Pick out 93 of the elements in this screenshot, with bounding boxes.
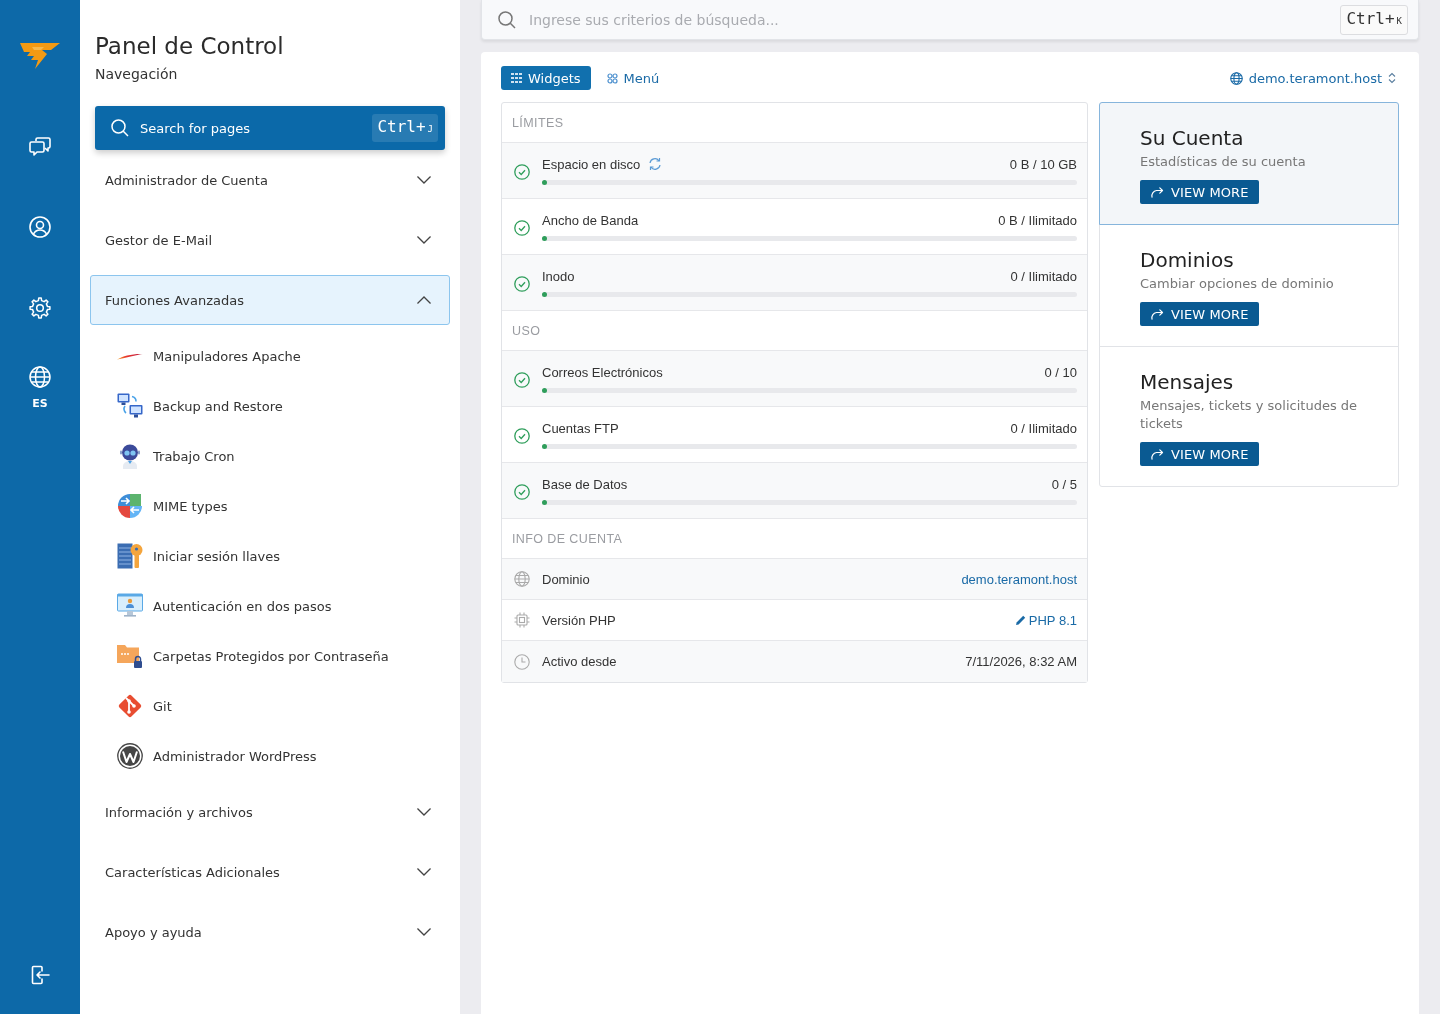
curved-arrow-icon [1150, 186, 1164, 198]
menu-link[interactable]: Manipuladores Apache [90, 348, 301, 364]
domain-selector[interactable]: demo.teramont.host [1229, 70, 1399, 86]
chevron-down-icon [417, 176, 431, 184]
view-tab[interactable]: Menú [596, 66, 670, 90]
stat-label: Base de Datos [542, 476, 628, 492]
menu-link[interactable]: Iniciar sesión llaves [90, 543, 281, 569]
globe-icon [1229, 71, 1243, 85]
folder-lock-icon [117, 643, 143, 669]
search-icon [111, 119, 129, 137]
stat-label: Cuentas FTP [542, 420, 619, 436]
menu-link[interactable]: MIME types [90, 493, 228, 519]
chat-icon[interactable] [29, 135, 51, 157]
clock-icon [514, 653, 530, 670]
stat-label: Espacio en disco [542, 156, 641, 172]
stat-value: 0 B / Ilimitado [998, 212, 1077, 228]
check-circle-icon [514, 275, 530, 292]
menu-link[interactable]: Carpetas Protegidos por Contraseña [90, 643, 389, 669]
stat-label: Inodo [542, 268, 575, 284]
user-icon[interactable] [29, 216, 51, 238]
search-field[interactable]: Ingrese sus criterios de búsqueda... Ctrl+K [481, 0, 1419, 40]
menu-link[interactable]: Git [90, 693, 172, 719]
key-server-icon [117, 543, 143, 569]
curved-arrow-icon [1150, 308, 1164, 320]
view-more-button[interactable]: VIEW MORE [1140, 180, 1259, 204]
check-circle-icon [514, 427, 530, 444]
shortcut-key: Ctrl+J [372, 114, 438, 142]
card-description: Estadísticas de su cuenta [1140, 153, 1307, 171]
stat-label: Ancho de Banda [542, 212, 639, 228]
card-title: Su Cuenta [1140, 125, 1245, 151]
globe-icon [514, 571, 530, 587]
info-value: 7/11/2026, 8:32 AM [965, 654, 1077, 669]
accordion-header[interactable]: Características Adicionales [90, 847, 450, 897]
edit-link[interactable]: PHP 8.1 [1015, 612, 1077, 628]
refresh-icon[interactable] [648, 157, 663, 171]
feather-icon [117, 352, 143, 360]
menu-link[interactable]: Autenticación en dos pasos [90, 593, 332, 619]
stat-value: 0 / 5 [1051, 476, 1077, 492]
logout-icon[interactable] [29, 964, 51, 986]
stat-value: 0 / 10 [1044, 364, 1077, 380]
sidebar-subtitle: Navegación [95, 65, 179, 83]
card-description: Cambiar opciones de dominio [1140, 275, 1335, 293]
check-circle-icon [514, 219, 530, 236]
view-more-button[interactable]: VIEW MORE [1140, 302, 1259, 326]
chevron-down-icon [417, 868, 431, 876]
stat-value: 0 / Ilimitado [1010, 420, 1077, 436]
search-input[interactable]: Ingrese sus criterios de búsqueda... [529, 11, 1328, 28]
accordion-header[interactable]: Gestor de E-Mail [90, 215, 450, 265]
info-label: Dominio [542, 571, 591, 587]
accordion-header[interactable]: Administrador de Cuenta [90, 155, 450, 205]
chevron-up-icon [417, 296, 431, 304]
settings-icon[interactable] [29, 297, 51, 319]
view-tab[interactable]: Widgets [501, 66, 591, 90]
info-label: Versión PHP [542, 612, 617, 628]
chevron-down-icon [417, 928, 431, 936]
info-label: Activo desde [542, 654, 618, 669]
menu-link[interactable]: Administrador WordPress [90, 743, 317, 769]
check-circle-icon [514, 163, 530, 180]
stat-value: 0 / Ilimitado [1010, 268, 1077, 284]
globe-arrows-icon [117, 493, 143, 519]
search-pages-button[interactable]: Search for pages Ctrl+J [95, 106, 445, 150]
pencil-icon [1015, 615, 1026, 625]
grid-icon [511, 73, 522, 83]
monitors-sync-icon [117, 393, 143, 419]
domain-link[interactable]: demo.teramont.host [961, 571, 1077, 587]
chevron-down-icon [417, 808, 431, 816]
menu-link[interactable]: Trabajo Cron [90, 443, 235, 469]
robot-icon [117, 443, 143, 469]
check-circle-icon [514, 483, 530, 500]
language-label[interactable]: ES [32, 397, 48, 410]
menu-link[interactable]: Backup and Restore [90, 393, 283, 419]
accordion-header[interactable]: Funciones Avanzadas [90, 275, 450, 325]
search-icon [498, 10, 516, 29]
view-more-button[interactable]: VIEW MORE [1140, 442, 1259, 466]
curved-arrow-icon [1150, 448, 1164, 460]
sidebar-title: Panel de Control [95, 32, 285, 60]
monitor-user-icon [117, 593, 143, 619]
chevron-down-icon [417, 236, 431, 244]
shortcut-key: Ctrl+K [1340, 4, 1408, 35]
stat-value: 0 B / 10 GB [1009, 156, 1077, 172]
w-logo-icon [117, 743, 143, 769]
card-description: Mensajes, tickets y solicitudes de tickets [1140, 397, 1358, 433]
accordion-header[interactable]: Información y archivos [90, 787, 450, 837]
chip-icon [514, 612, 530, 628]
accordion-header[interactable]: Apoyo y ayuda [90, 907, 450, 957]
stat-label: Correos Electrónicos [542, 364, 663, 380]
up-down-chevron-icon [1388, 72, 1396, 84]
check-circle-icon [514, 371, 530, 388]
globe-icon[interactable] [29, 366, 51, 388]
card-title: Dominios [1140, 247, 1235, 273]
four-circles-icon [606, 72, 618, 84]
logo-icon[interactable] [20, 42, 60, 70]
card-title: Mensajes [1140, 369, 1235, 395]
